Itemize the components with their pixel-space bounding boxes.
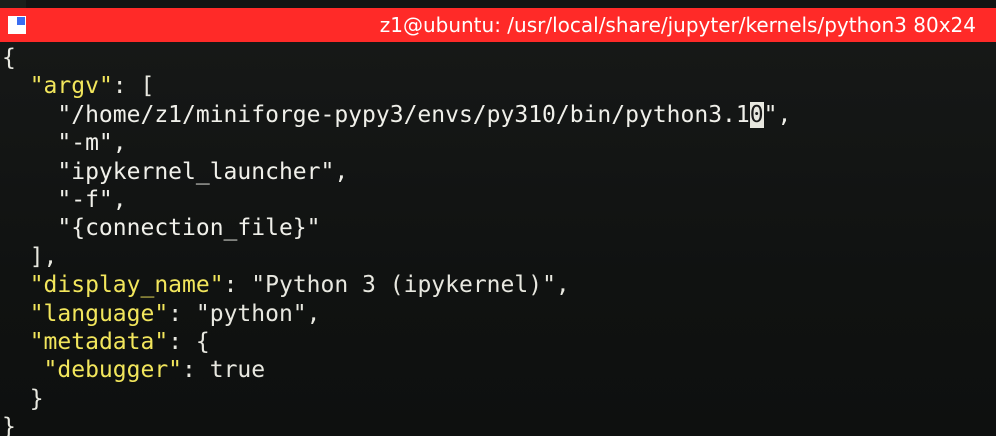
- language-key: "language": [29, 300, 169, 327]
- argv-key: "argv": [29, 73, 113, 100]
- debugger-key: "debugger": [43, 357, 183, 384]
- language-value: : "python",: [168, 300, 321, 327]
- argv-item-m: "-m",: [57, 130, 127, 157]
- close-brace: }: [2, 414, 16, 436]
- argv-close: ],: [29, 243, 58, 270]
- argv-item-f: "-f",: [57, 187, 127, 214]
- open-brace: {: [2, 45, 16, 71]
- display-name-key: "display_name": [29, 272, 224, 299]
- metadata-open: : {: [168, 329, 210, 356]
- terminal-app-icon: [8, 16, 26, 34]
- screen: ‹ n ID or Pı z1@ubuntu: /usr/local/share…: [0, 0, 996, 436]
- argv-item-path: "/home/z1/miniforge-pypy3/envs/py310/bin…: [57, 101, 750, 128]
- argv-item-connection-file: "{connection_file}": [57, 215, 321, 242]
- window-title: z1@ubuntu: /usr/local/share/jupyter/kern…: [379, 13, 976, 37]
- json-content: { "argv": [ "/home/z1/miniforge-pypy3/en…: [2, 44, 791, 436]
- debugger-value: : true: [182, 357, 266, 384]
- metadata-key: "metadata": [29, 329, 169, 356]
- metadata-close: }: [29, 385, 44, 412]
- argv-bracket: : [: [112, 73, 155, 100]
- terminal-cursor: 0: [749, 101, 764, 128]
- argv-item-launcher: "ipykernel_launcher",: [57, 158, 349, 185]
- terminal-titlebar[interactable]: z1@ubuntu: /usr/local/share/jupyter/kern…: [0, 8, 996, 42]
- display-name-value: : "Python 3 (ipykernel)",: [223, 272, 570, 299]
- terminal-body[interactable]: { "argv": [ "/home/z1/miniforge-pypy3/en…: [0, 42, 996, 436]
- argv-item-path-end: ",: [763, 101, 792, 128]
